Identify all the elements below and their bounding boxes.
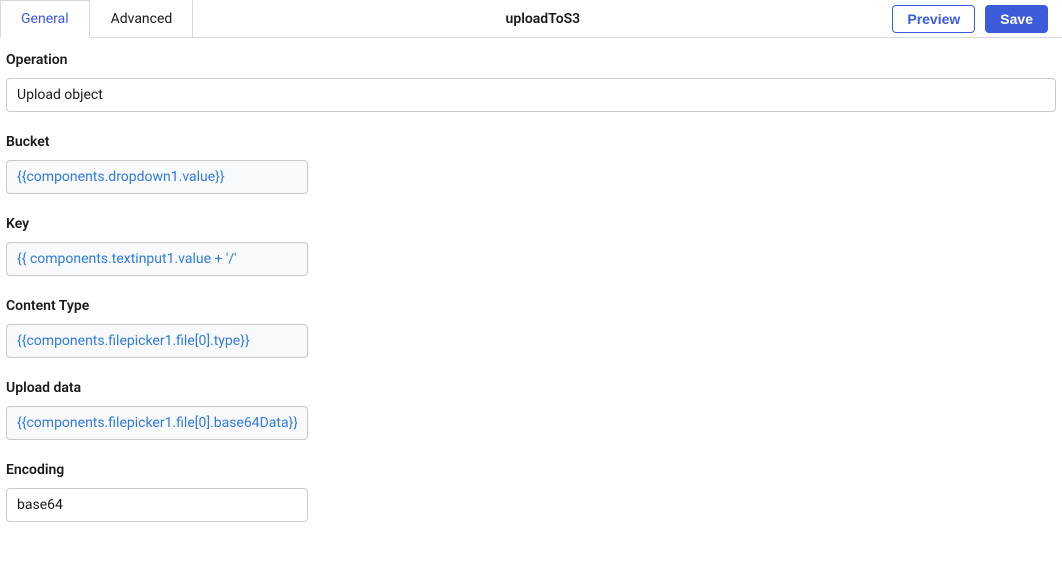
query-title-text: uploadToS3 xyxy=(506,11,581,27)
tab-general[interactable]: General xyxy=(0,0,90,38)
bucket-label: Bucket xyxy=(6,134,1056,150)
key-input[interactable] xyxy=(6,242,308,276)
field-operation: Operation xyxy=(6,52,1056,112)
encoding-label: Encoding xyxy=(6,462,1056,478)
tab-advanced-label: Advanced xyxy=(111,11,173,27)
key-label: Key xyxy=(6,216,1056,232)
field-encoding: Encoding xyxy=(6,462,1056,522)
upload-data-label: Upload data xyxy=(6,380,1056,396)
tab-advanced[interactable]: Advanced xyxy=(90,0,194,37)
tab-general-label: General xyxy=(21,11,69,27)
field-content-type: Content Type xyxy=(6,298,1056,358)
field-upload-data: Upload data xyxy=(6,380,1056,440)
encoding-input[interactable] xyxy=(6,488,308,522)
content-type-input[interactable] xyxy=(6,324,308,358)
save-button[interactable]: Save xyxy=(985,5,1048,33)
header-actions: Preview Save xyxy=(892,0,1062,37)
upload-data-input[interactable] xyxy=(6,406,308,440)
content-area: Operation Bucket Key Content Type Upload… xyxy=(0,38,1062,564)
bucket-input[interactable] xyxy=(6,160,308,194)
field-bucket: Bucket xyxy=(6,134,1056,194)
field-key: Key xyxy=(6,216,1056,276)
operation-input[interactable] xyxy=(6,78,1056,112)
tabs-container: General Advanced xyxy=(0,0,193,37)
query-title: uploadToS3 xyxy=(193,0,892,37)
content-type-label: Content Type xyxy=(6,298,1056,314)
preview-button[interactable]: Preview xyxy=(892,5,975,33)
operation-label: Operation xyxy=(6,52,1056,68)
header-bar: General Advanced uploadToS3 Preview Save xyxy=(0,0,1062,38)
